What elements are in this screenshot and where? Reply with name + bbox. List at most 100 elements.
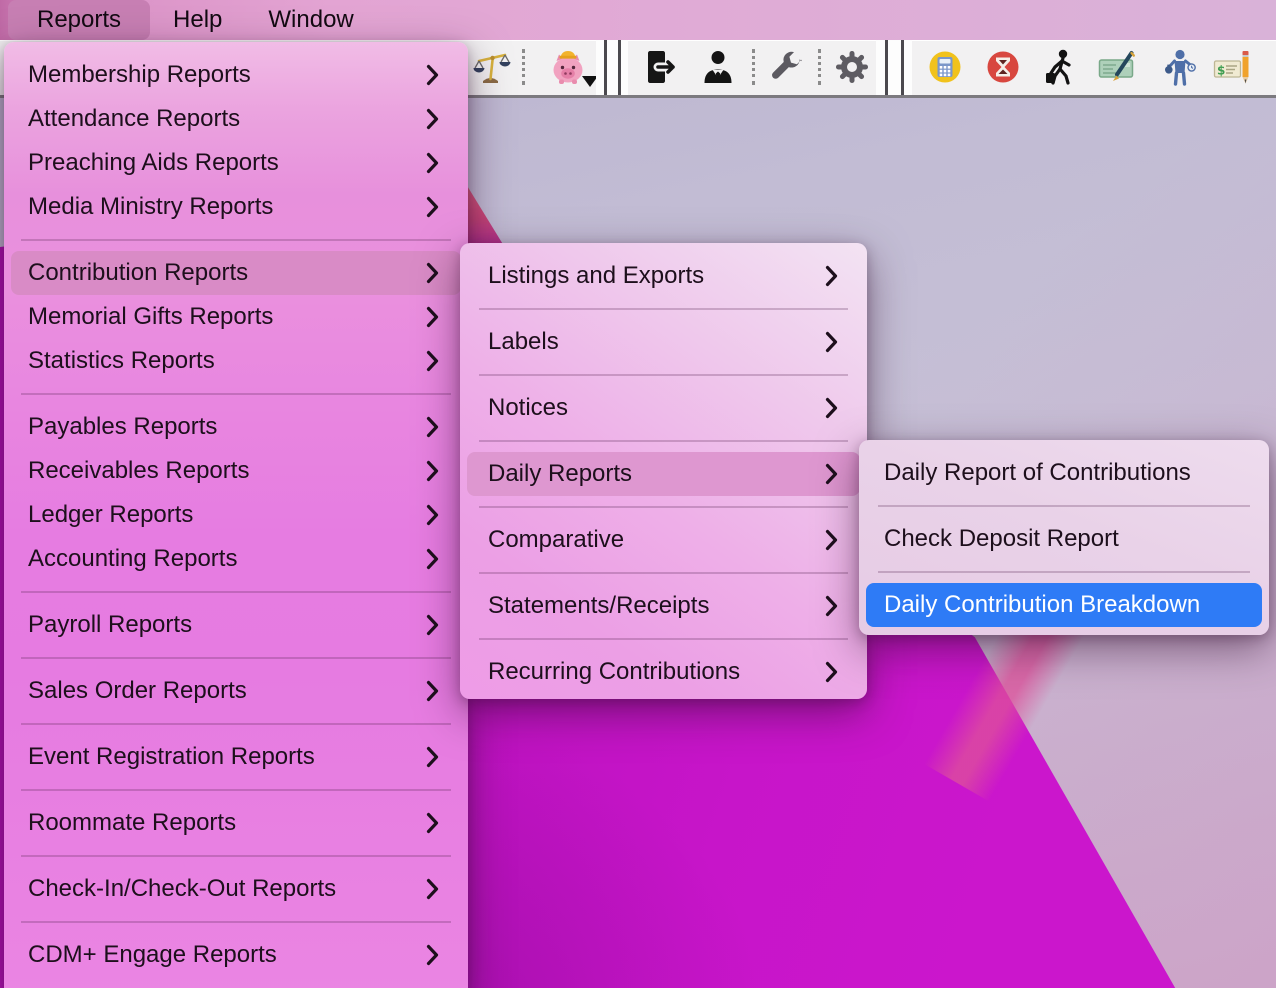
person-icon[interactable] [696, 45, 740, 89]
menu-item-label: Notices [488, 394, 568, 422]
check-pen-glyph [1098, 50, 1136, 84]
menu-separator [4, 779, 468, 801]
submenu-chevron-icon [825, 265, 838, 287]
menu-item-notices[interactable]: Notices [467, 386, 860, 430]
logout-door-icon[interactable] [639, 45, 683, 89]
menu-item-daily-reports[interactable]: Daily Reports [467, 452, 860, 496]
wrench-glyph [769, 49, 805, 85]
menu-item-listings-and-exports[interactable]: Listings and Exports [467, 254, 860, 298]
calculator-glyph [927, 49, 963, 85]
menu-item-event-registration-reports[interactable]: Event Registration Reports [11, 735, 461, 779]
menu-item-label: Attendance Reports [28, 105, 240, 133]
toolbar-divider-handle[interactable] [876, 40, 912, 95]
submenu-chevron-icon [426, 548, 439, 570]
toolbar-dotted-separator [752, 49, 755, 85]
menu-item-accounting-reports[interactable]: Accounting Reports [11, 537, 461, 581]
menu-bar-item-reports[interactable]: Reports [8, 0, 150, 40]
menu-item-comparative[interactable]: Comparative [467, 518, 860, 562]
menu-item-media-ministry-reports[interactable]: Media Ministry Reports [11, 185, 461, 229]
menu-item-payroll-reports[interactable]: Payroll Reports [11, 603, 461, 647]
menu-item-daily-contribution-breakdown[interactable]: Daily Contribution Breakdown [866, 583, 1262, 627]
menu-item-attendance-reports[interactable]: Attendance Reports [11, 97, 461, 141]
submenu-chevron-icon [825, 331, 838, 353]
menu-item-check-deposit-report[interactable]: Check Deposit Report [866, 517, 1262, 561]
menu-separator [460, 628, 867, 650]
menu-item-contribution-reports[interactable]: Contribution Reports [11, 251, 461, 295]
submenu-chevron-icon [426, 108, 439, 130]
menu-bar-item-label: Window [268, 6, 353, 34]
menu-separator [4, 229, 468, 251]
toolbar-dotted-separator [818, 49, 821, 85]
menu-item-labels[interactable]: Labels [467, 320, 860, 364]
menu-item-sales-order-reports[interactable]: Sales Order Reports [11, 669, 461, 713]
menu-bar-item-window[interactable]: Window [245, 0, 376, 40]
menu-item-daily-report-of-contributions[interactable]: Daily Report of Contributions [866, 451, 1262, 495]
toolbar-dotted-separator [522, 49, 525, 85]
submenu-chevron-icon [825, 463, 838, 485]
menu-item-recurring-contributions[interactable]: Recurring Contributions [467, 650, 860, 694]
daily-reports-submenu: Daily Report of Contributions Check Depo… [859, 440, 1269, 635]
menu-item-label: Labels [488, 328, 559, 356]
submenu-chevron-icon [426, 746, 439, 768]
menu-item-roommate-reports[interactable]: Roommate Reports [11, 801, 461, 845]
menu-separator [4, 383, 468, 405]
submenu-chevron-icon [426, 152, 439, 174]
menu-separator [4, 647, 468, 669]
menu-item-cdm-engage-reports[interactable]: CDM+ Engage Reports [11, 933, 461, 977]
menu-item-label: Recurring Contributions [488, 658, 740, 686]
menu-item-label: Statements/Receipts [488, 592, 709, 620]
hourglass-icon[interactable] [981, 45, 1025, 89]
menu-item-label: CDM+ Engage Reports [28, 941, 277, 969]
menu-separator [460, 562, 867, 584]
gear-icon[interactable] [830, 45, 874, 89]
submenu-chevron-icon [825, 397, 838, 419]
check-pen-icon[interactable] [1095, 45, 1139, 89]
menu-item-check-in-check-out-reports[interactable]: Check-In/Check-Out Reports [11, 867, 461, 911]
submenu-chevron-icon [426, 416, 439, 438]
menu-item-label: Ledger Reports [28, 501, 193, 529]
menu-separator [4, 581, 468, 603]
submenu-chevron-icon [426, 350, 439, 372]
menu-item-label: Membership Reports [28, 61, 251, 89]
calculator-icon[interactable] [923, 45, 967, 89]
menu-bar-item-label: Reports [37, 6, 121, 34]
payroll-person-icon[interactable] [1158, 45, 1202, 89]
screen: $ Reports Help Window Membership Reports [0, 0, 1276, 988]
walking-person-icon[interactable] [1038, 45, 1082, 89]
menu-separator [4, 845, 468, 867]
menu-item-label: Daily Reports [488, 460, 632, 488]
menu-item-statistics-reports[interactable]: Statistics Reports [11, 339, 461, 383]
menu-item-label: Comparative [488, 526, 624, 554]
scales-icon[interactable] [470, 45, 514, 89]
submenu-chevron-icon [426, 812, 439, 834]
menu-separator [4, 911, 468, 933]
menu-separator [460, 298, 867, 320]
piggy-bank-icon[interactable] [546, 45, 590, 89]
submenu-chevron-icon [426, 460, 439, 482]
menu-bar-item-label: Help [173, 6, 222, 34]
submenu-chevron-icon [825, 529, 838, 551]
person-glyph [701, 49, 735, 85]
menu-item-memorial-gifts-reports[interactable]: Memorial Gifts Reports [11, 295, 461, 339]
toolbar-divider-handle[interactable] [596, 40, 628, 95]
menu-item-membership-reports[interactable]: Membership Reports [11, 53, 461, 97]
walking-person-glyph [1042, 48, 1078, 86]
menu-separator [460, 496, 867, 518]
menu-item-payables-reports[interactable]: Payables Reports [11, 405, 461, 449]
menu-item-label: Sales Order Reports [28, 677, 247, 705]
menu-item-ledger-reports[interactable]: Ledger Reports [11, 493, 461, 537]
menu-item-preaching-aids-reports[interactable]: Preaching Aids Reports [11, 141, 461, 185]
payroll-check-icon[interactable]: $ [1210, 45, 1254, 89]
menu-separator [859, 561, 1269, 583]
hourglass-glyph [985, 49, 1021, 85]
menu-item-label: Receivables Reports [28, 457, 249, 485]
menu-item-receivables-reports[interactable]: Receivables Reports [11, 449, 461, 493]
menu-bar: Reports Help Window [0, 0, 1276, 40]
submenu-chevron-icon [825, 661, 838, 683]
wrench-icon[interactable] [765, 45, 809, 89]
submenu-chevron-icon [426, 680, 439, 702]
menu-item-label: Daily Contribution Breakdown [884, 591, 1200, 619]
menu-item-statements-receipts[interactable]: Statements/Receipts [467, 584, 860, 628]
menu-item-label: Statistics Reports [28, 347, 215, 375]
menu-bar-item-help[interactable]: Help [150, 0, 245, 40]
